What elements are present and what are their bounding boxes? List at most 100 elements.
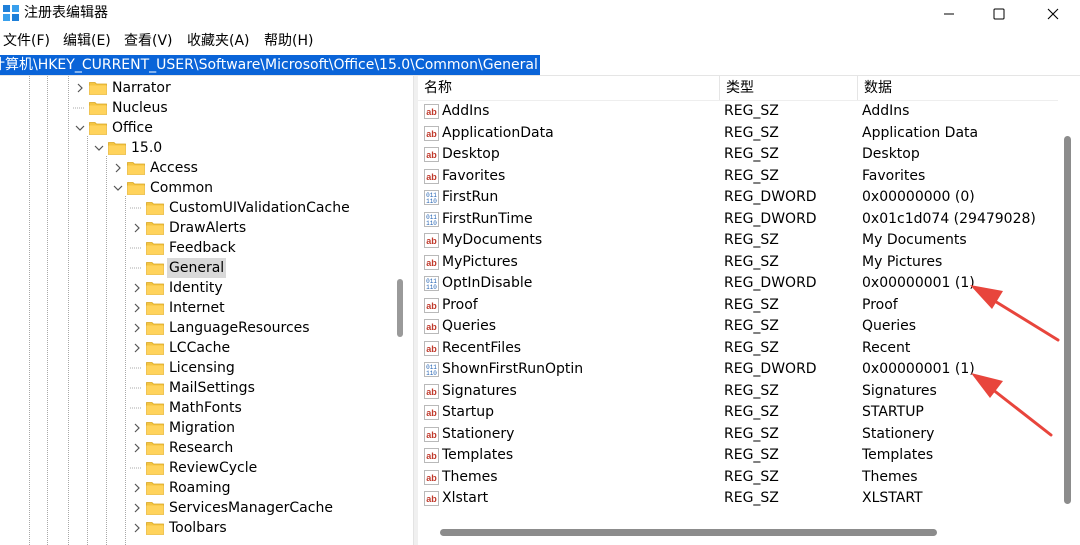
chevron-down-icon[interactable] [111,178,125,198]
values-horizontal-scrollbar-thumb[interactable] [440,529,937,536]
minimize-button[interactable] [926,0,972,28]
address-bar[interactable]: 计算机\HKEY_CURRENT_USER\Software\Microsoft… [0,54,1080,76]
value-data: Favorites [862,167,926,184]
close-button[interactable] [1030,0,1076,28]
value-name: Queries [442,318,497,334]
value-row-themes[interactable]: ab Themes REG_SZ Themes [418,467,1058,488]
maximize-button[interactable] [976,0,1022,28]
menu-view[interactable]: 查看(V) [124,31,173,51]
value-row-favorites[interactable]: ab Favorites REG_SZ Favorites [418,166,1058,187]
tree-item-feedback[interactable]: Feedback [130,238,238,258]
tree-item-servicesmanagercache[interactable]: ServicesManagerCache [130,498,335,518]
tree-item-internet[interactable]: Internet [130,298,227,318]
chevron-right-icon[interactable] [130,498,144,518]
value-row-recentfiles[interactable]: ab RecentFiles REG_SZ Recent [418,338,1058,359]
value-row-stationery[interactable]: ab Stationery REG_SZ Stationery [418,424,1058,445]
menu-edit[interactable]: 编辑(E) [63,31,111,51]
column-header-data[interactable]: 数据 [858,76,1058,100]
tree-item-research[interactable]: Research [130,438,235,458]
menu-favorites[interactable]: 收藏夹(A) [187,31,250,51]
chevron-right-icon[interactable] [130,298,144,318]
value-data: Stationery [862,425,935,442]
value-row-desktop[interactable]: ab Desktop REG_SZ Desktop [418,144,1058,165]
folder-icon [146,261,164,275]
value-row-signatures[interactable]: ab Signatures REG_SZ Signatures [418,381,1058,402]
menu-bar: 文件(F) 编辑(E) 查看(V) 收藏夹(A) 帮助(H) [0,29,1080,53]
value-row-applicationdata[interactable]: ab ApplicationData REG_SZ Application Data [418,123,1058,144]
tree-item-licensing[interactable]: Licensing [130,358,237,378]
value-row-queries[interactable]: ab Queries REG_SZ Queries [418,316,1058,337]
value-row-firstrun[interactable]: 011 110 FirstRun REG_DWORD 0x00000000 (0) [418,187,1058,208]
folder-icon [89,121,107,135]
tree-item-common[interactable]: Common [111,178,215,198]
tree-connector [130,378,144,398]
address-path[interactable]: 计算机\HKEY_CURRENT_USER\Software\Microsoft… [0,55,538,75]
registry-editor-icon [3,5,19,21]
value-data: Themes [862,468,918,485]
tree-scrollbar-thumb[interactable] [397,279,403,337]
chevron-right-icon[interactable] [130,518,144,538]
values-vertical-scrollbar[interactable] [1061,76,1075,520]
tree-item-label: Nucleus [112,100,168,116]
value-row-templates[interactable]: ab Templates REG_SZ Templates [418,445,1058,466]
tree-item-mailsettings[interactable]: MailSettings [130,378,257,398]
folder-icon [146,361,164,375]
value-row-proof[interactable]: ab Proof REG_SZ Proof [418,295,1058,316]
value-row-startup[interactable]: ab Startup REG_SZ STARTUP [418,402,1058,423]
tree-item-office[interactable]: Office [73,118,155,138]
tree-item-nucleus[interactable]: Nucleus [73,98,170,118]
value-row-optindisable[interactable]: 011 110 OptInDisable REG_DWORD 0x00000001 (1… [418,273,1058,294]
tree-item-roaming[interactable]: Roaming [130,478,233,498]
chevron-right-icon[interactable] [111,158,125,178]
value-row-shownfirstrunoptin[interactable]: 011 110 ShownFirstRunOptin REG_DWORD 0x00000… [418,359,1058,380]
value-row-xlstart[interactable]: ab Xlstart REG_SZ XLSTART [418,488,1058,509]
value-row-firstruntime[interactable]: 011 110 FirstRunTime REG_DWORD 0x01c1d074 (2… [418,209,1058,230]
tree-item-label: Identity [169,280,223,296]
chevron-right-icon[interactable] [130,318,144,338]
key-tree[interactable]: Narrator Nucleus Office 15.0 Access Common Cus… [0,76,413,545]
menu-file[interactable]: 文件(F) [3,31,50,51]
value-data: Signatures [862,382,937,399]
tree-item-15-0[interactable]: 15.0 [92,138,164,158]
svg-text:110: 110 [426,220,437,227]
tree-item-narrator[interactable]: Narrator [73,78,173,98]
value-type: REG_DWORD [724,361,817,377]
chevron-right-icon[interactable] [130,478,144,498]
tree-item-toolbars[interactable]: Toolbars [130,518,229,538]
tree-item-languageresources[interactable]: LanguageResources [130,318,312,338]
value-name: Xlstart [442,490,489,506]
tree-item-reviewcycle[interactable]: ReviewCycle [130,458,259,478]
tree-item-lccache[interactable]: LCCache [130,338,232,358]
column-header-name[interactable]: 名称 [418,76,720,100]
tree-item-label: DrawAlerts [169,220,247,236]
value-name: Startup [442,404,494,420]
values-list[interactable]: 名称 类型 数据 ab AddIns REG_SZ AddIns ab Applicati… [418,76,1080,545]
chevron-right-icon[interactable] [130,438,144,458]
svg-text:ab: ab [426,301,437,311]
value-row-addins[interactable]: ab AddIns REG_SZ AddIns [418,101,1058,122]
values-horizontal-scrollbar[interactable] [418,524,1061,542]
menu-help[interactable]: 帮助(H) [264,31,313,51]
chevron-right-icon[interactable] [73,78,87,98]
value-row-mypictures[interactable]: ab MyPictures REG_SZ My Pictures [418,252,1058,273]
tree-item-label: Access [150,160,198,176]
chevron-down-icon[interactable] [73,118,87,138]
tree-item-general[interactable]: General [130,258,227,278]
tree-item-customuivalidationcache[interactable]: CustomUIValidationCache [130,198,352,218]
chevron-right-icon[interactable] [130,218,144,238]
tree-item-mathfonts[interactable]: MathFonts [130,398,244,418]
chevron-right-icon[interactable] [130,338,144,358]
chevron-right-icon[interactable] [130,418,144,438]
folder-icon [89,81,107,95]
tree-item-drawalerts[interactable]: DrawAlerts [130,218,248,238]
tree-item-access[interactable]: Access [111,158,200,178]
string-value-icon: ab [424,448,439,463]
tree-item-migration[interactable]: Migration [130,418,237,438]
chevron-right-icon[interactable] [130,278,144,298]
value-row-mydocuments[interactable]: ab MyDocuments REG_SZ My Documents [418,230,1058,251]
tree-scrollbar[interactable] [396,76,405,545]
column-header-type[interactable]: 类型 [720,76,858,100]
values-vertical-scrollbar-thumb[interactable] [1064,136,1071,504]
tree-item-identity[interactable]: Identity [130,278,225,298]
chevron-down-icon[interactable] [92,138,106,158]
